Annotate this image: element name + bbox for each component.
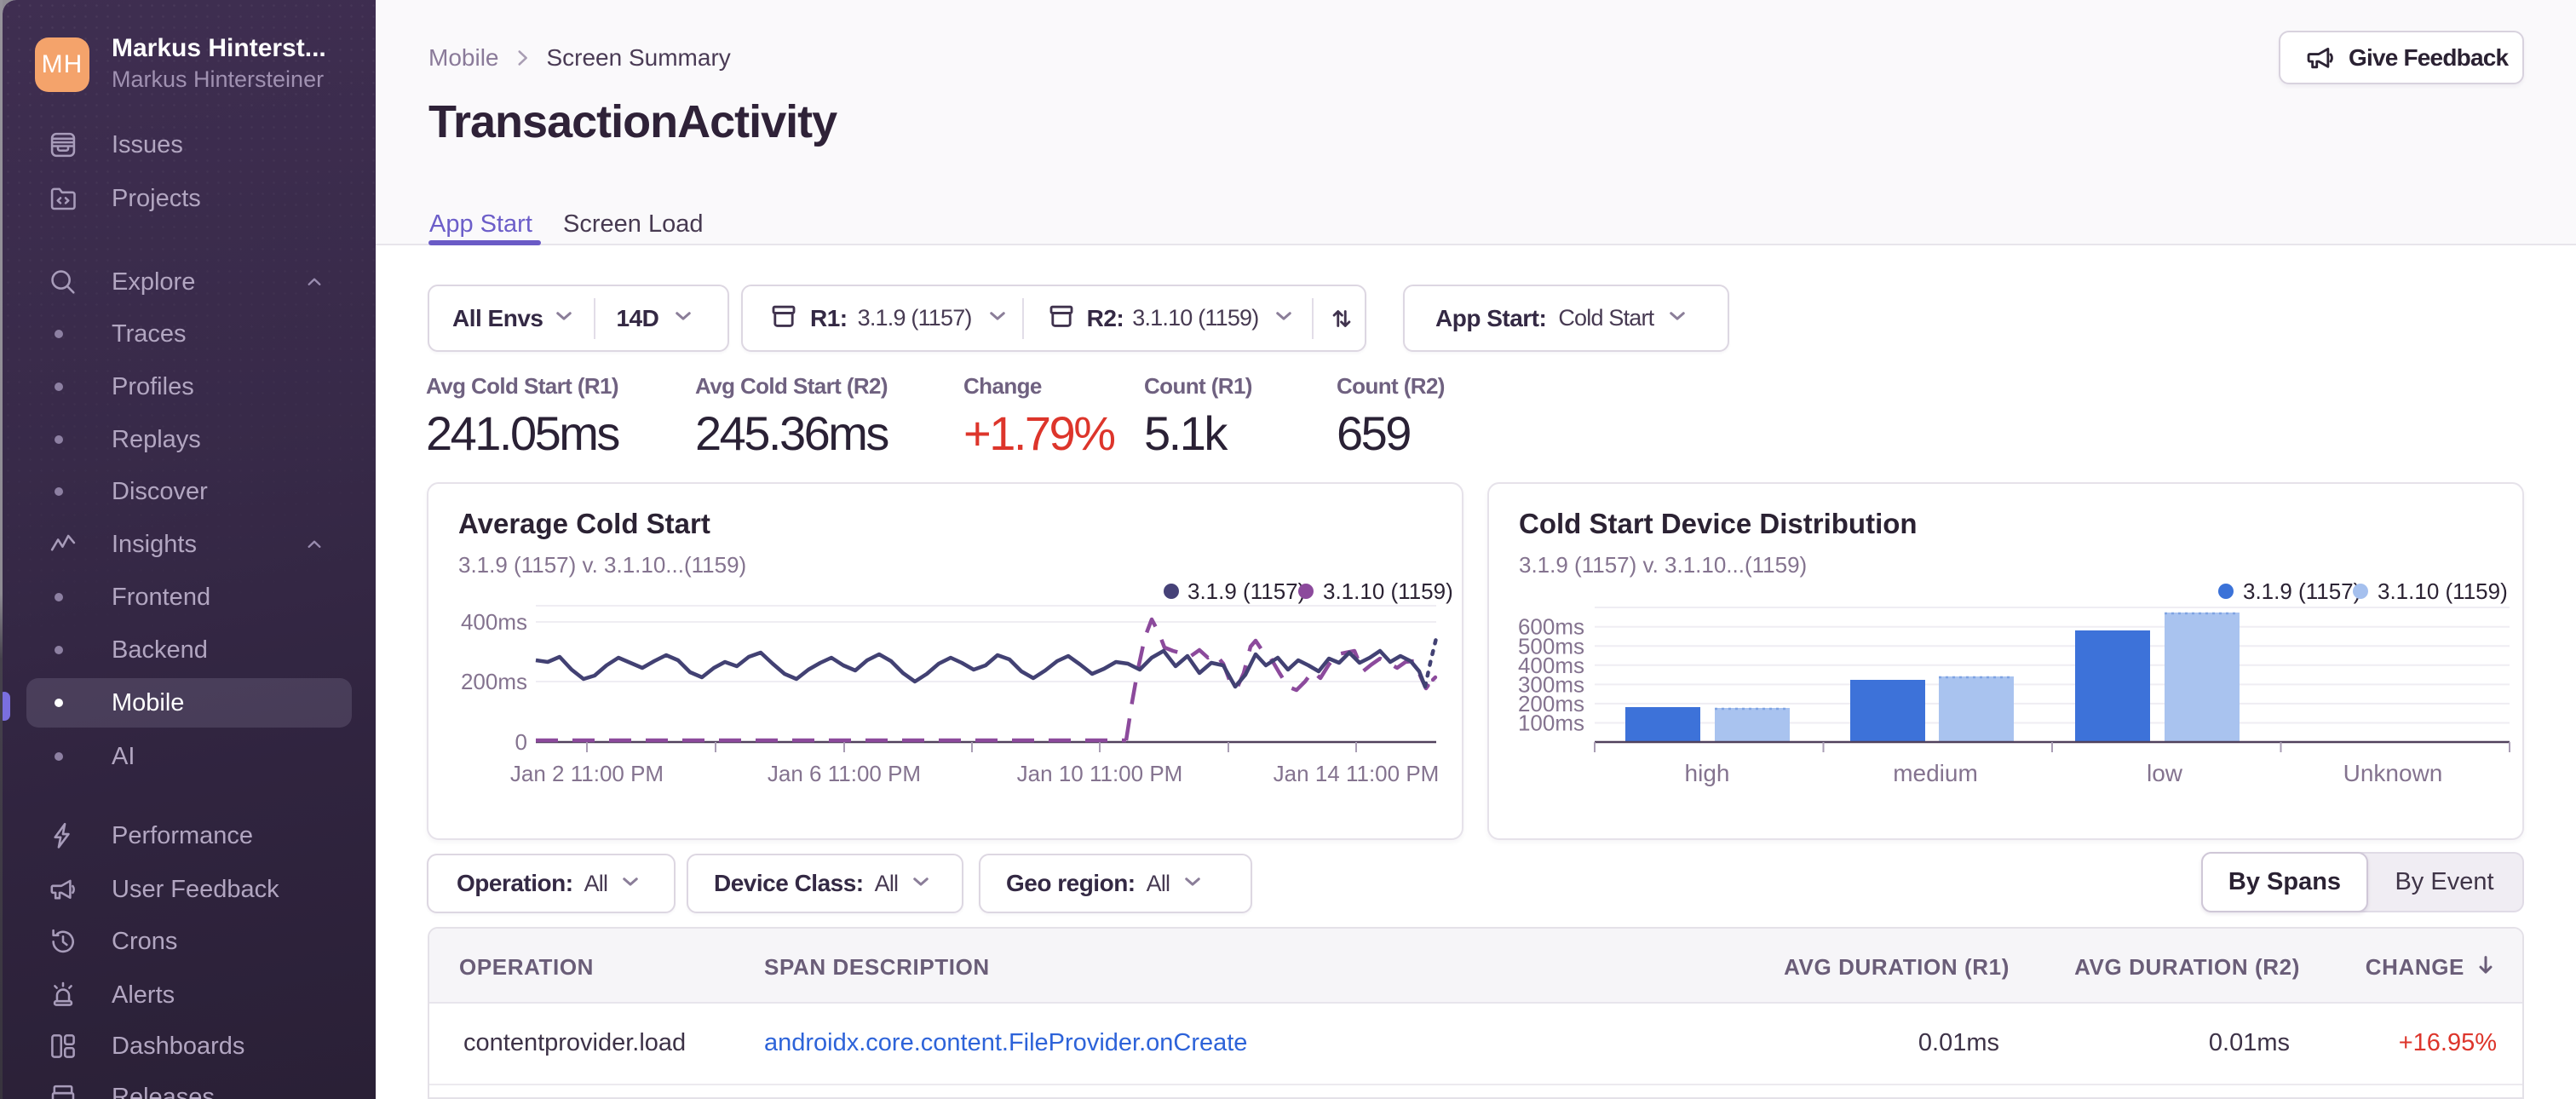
svg-text:high: high [1685, 760, 1730, 786]
svg-text:3.1.9 (1157): 3.1.9 (1157) [2243, 578, 2360, 604]
svg-text:3.1.10 (1159): 3.1.10 (1159) [2378, 578, 2508, 604]
svg-text:medium: medium [1893, 760, 1978, 786]
svg-text:Jan 10 11:00 PM: Jan 10 11:00 PM [1017, 761, 1183, 786]
svg-text:200ms: 200ms [461, 669, 527, 694]
svg-text:100ms: 100ms [1518, 711, 1584, 736]
svg-text:Jan 14 11:00 PM: Jan 14 11:00 PM [1274, 761, 1440, 786]
svg-text:Jan 2 11:00 PM: Jan 2 11:00 PM [510, 761, 664, 786]
svg-text:400ms: 400ms [461, 609, 527, 635]
svg-text:Jan 6 11:00 PM: Jan 6 11:00 PM [768, 761, 921, 786]
svg-text:3.1.9 (1157): 3.1.9 (1157) [1187, 578, 1305, 604]
svg-text:Unknown: Unknown [2343, 760, 2443, 786]
svg-text:3.1.10 (1159): 3.1.10 (1159) [1323, 578, 1453, 604]
svg-text:0: 0 [515, 729, 527, 755]
svg-text:low: low [2147, 760, 2183, 786]
